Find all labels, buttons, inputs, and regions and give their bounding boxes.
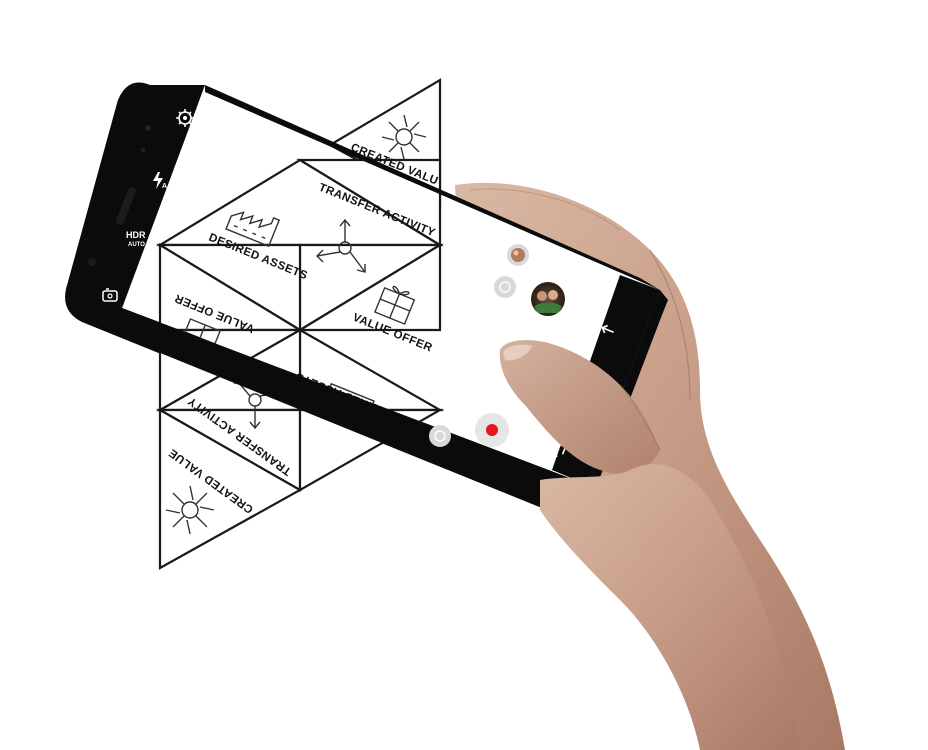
svg-text:A: A	[162, 183, 167, 190]
sensor	[140, 147, 146, 153]
scene: CREATED VALU DESIRED ASSETS TRANSFER ACT…	[65, 78, 845, 750]
filter-button[interactable]	[494, 276, 516, 298]
effects-button[interactable]	[507, 244, 529, 266]
gallery-thumbnail[interactable]	[531, 282, 565, 316]
record-dot	[486, 424, 498, 436]
iris-sensor	[88, 258, 96, 266]
hdr-label: HDR	[126, 230, 146, 240]
record-button[interactable]	[475, 413, 509, 447]
hdr-icon[interactable]: HDR AUTO	[126, 230, 146, 248]
front-camera-lens	[145, 125, 151, 131]
capture-photo-button[interactable]	[429, 425, 451, 447]
hdr-mode: AUTO	[128, 242, 145, 248]
